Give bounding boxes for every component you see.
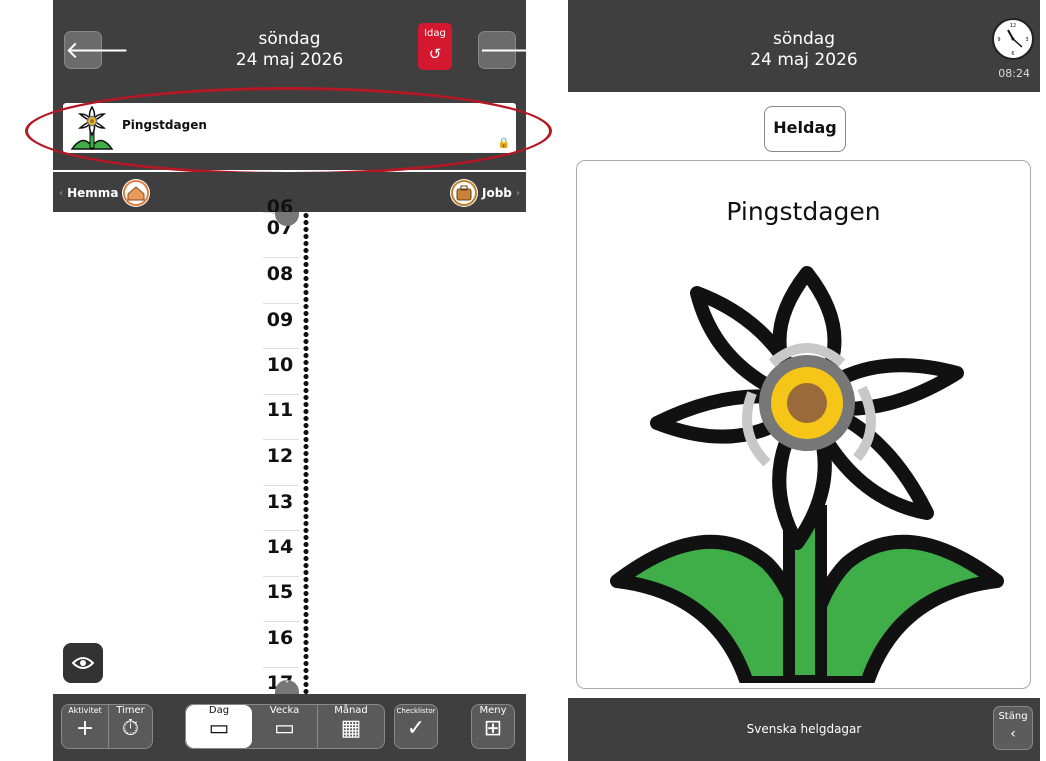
weekday-label: söndag <box>258 29 321 49</box>
hour-label: 09 <box>266 309 294 331</box>
detail-date-label: 24 maj 2026 <box>750 50 858 70</box>
day-view-tab[interactable]: Dag ▭ <box>186 705 252 748</box>
visibility-toggle-button[interactable] <box>63 643 103 683</box>
hour-divider <box>263 667 299 668</box>
hour-divider <box>263 576 299 577</box>
grid-icon: ⊞ <box>483 716 503 741</box>
house-icon <box>122 179 151 207</box>
month-view-tab[interactable]: Månad ▦ <box>318 705 384 748</box>
detail-header: söndag 24 maj 2026 12 3 6 9 08:24 <box>568 0 1040 92</box>
hour-label: 15 <box>266 581 294 603</box>
hour-divider <box>263 439 299 440</box>
bottom-toolbar: Aktivitet + Timer ⏱ Dag ▭ Vecka ▭ Månad … <box>53 694 526 761</box>
category-left-label: Hemma <box>67 186 119 200</box>
event-card: Pingstdagen <box>576 160 1031 689</box>
menu-button[interactable]: Meny ⊞ <box>471 704 515 749</box>
arrow-right-icon: 🡒 <box>479 36 544 64</box>
hour-column: 06 07 08 09 10 11 12 13 14 15 16 17 <box>261 196 299 694</box>
daffodil-icon <box>610 266 1004 683</box>
timer-label: Timer <box>116 705 145 716</box>
activity-label: Aktivitet <box>68 706 102 715</box>
event-detail-screen: söndag 24 maj 2026 12 3 6 9 08:24 Heldag Pi… <box>568 0 1040 761</box>
day-view-screen: 🡐 söndag 24 maj 2026 Idag ↺ 🡒 Pingstdage… <box>25 0 552 761</box>
plus-icon: + <box>75 716 95 741</box>
checklists-button[interactable]: Checklistor ✓ <box>394 704 438 749</box>
today-label: Idag <box>424 28 446 39</box>
hour-label: 14 <box>266 536 294 558</box>
week-view-tab[interactable]: Vecka ▭ <box>252 705 318 748</box>
category-right-label: Jobb <box>481 186 512 200</box>
hour-divider <box>263 485 299 486</box>
week-tab-label: Vecka <box>269 705 300 716</box>
refresh-icon: ↺ <box>428 45 442 63</box>
timeline-dotted-line <box>303 212 309 694</box>
hour-label: 11 <box>266 399 294 421</box>
close-button[interactable]: Stäng ‹ <box>993 706 1033 750</box>
calendar-name: Svenska helgdagar <box>746 722 862 736</box>
calendar-month-icon: ▦ <box>340 716 362 741</box>
calendar-day-icon: ▭ <box>208 716 230 741</box>
detail-weekday-label: söndag <box>772 29 836 49</box>
chevron-down-icon: ˅ <box>284 680 290 691</box>
hour-divider <box>263 621 299 622</box>
svg-text:12: 12 <box>1010 23 1016 29</box>
calendar-week-icon: ▭ <box>274 716 295 741</box>
briefcase-icon <box>449 179 478 207</box>
month-tab-label: Månad <box>334 705 368 716</box>
timer-button[interactable]: Timer ⏱ <box>108 705 152 748</box>
svg-text:6: 6 <box>1011 51 1014 57</box>
hour-divider <box>263 257 299 258</box>
highlight-annotation <box>25 87 552 175</box>
hour-label: 10 <box>266 354 294 376</box>
analog-clock-icon: 12 3 6 9 <box>992 18 1034 60</box>
hour-divider <box>263 530 299 531</box>
day-timeline[interactable]: 06 07 08 09 10 11 12 13 14 15 16 17 ˅ <box>53 196 526 694</box>
category-left[interactable]: ‹ Hemma <box>59 179 151 207</box>
checklists-label: Checklistor <box>396 707 436 715</box>
day-tab-label: Dag <box>208 705 230 716</box>
close-label: Stäng <box>998 711 1028 722</box>
eye-icon <box>71 657 95 669</box>
view-switcher: Dag ▭ Vecka ▭ Månad ▦ <box>185 704 385 749</box>
menu-label: Meny <box>479 705 507 716</box>
checklists-item: Checklistor ✓ <box>395 705 437 748</box>
allday-button[interactable]: Heldag <box>764 106 846 152</box>
clock-time: 08:24 <box>998 67 1030 80</box>
event-title: Pingstdagen <box>726 197 881 226</box>
today-button[interactable]: Idag ↺ <box>418 23 452 70</box>
hour-label: 13 <box>266 491 294 513</box>
category-right[interactable]: Jobb › <box>449 179 520 207</box>
detail-header-date: söndag 24 maj 2026 <box>568 29 1040 71</box>
hour-label: 16 <box>266 627 294 649</box>
create-group: Aktivitet + Timer ⏱ <box>61 704 153 749</box>
day-header: 🡐 söndag 24 maj 2026 Idag ↺ 🡒 <box>53 0 543 92</box>
chevron-left-icon: ‹ <box>59 187 64 199</box>
hour-label: 08 <box>266 263 294 285</box>
date-label: 24 maj 2026 <box>235 50 344 70</box>
menu-item: Meny ⊞ <box>472 705 514 748</box>
check-circle-icon: ✓ <box>406 716 426 741</box>
detail-footer: Svenska helgdagar Stäng ‹ <box>568 698 1040 761</box>
hour-divider <box>263 348 299 349</box>
svg-text:3: 3 <box>1025 37 1028 43</box>
chevron-left-icon: ‹ <box>1010 726 1016 742</box>
stopwatch-icon: ⏱ <box>121 716 140 741</box>
chevron-right-icon: › <box>515 187 520 199</box>
new-activity-button[interactable]: Aktivitet + <box>62 705 108 748</box>
header-date: söndag 24 maj 2026 <box>53 29 526 71</box>
svg-text:9: 9 <box>997 37 1000 43</box>
hour-divider <box>263 394 299 395</box>
hour-divider <box>263 303 299 304</box>
hour-label: 12 <box>266 445 294 467</box>
next-day-button[interactable]: 🡒 <box>478 31 543 69</box>
